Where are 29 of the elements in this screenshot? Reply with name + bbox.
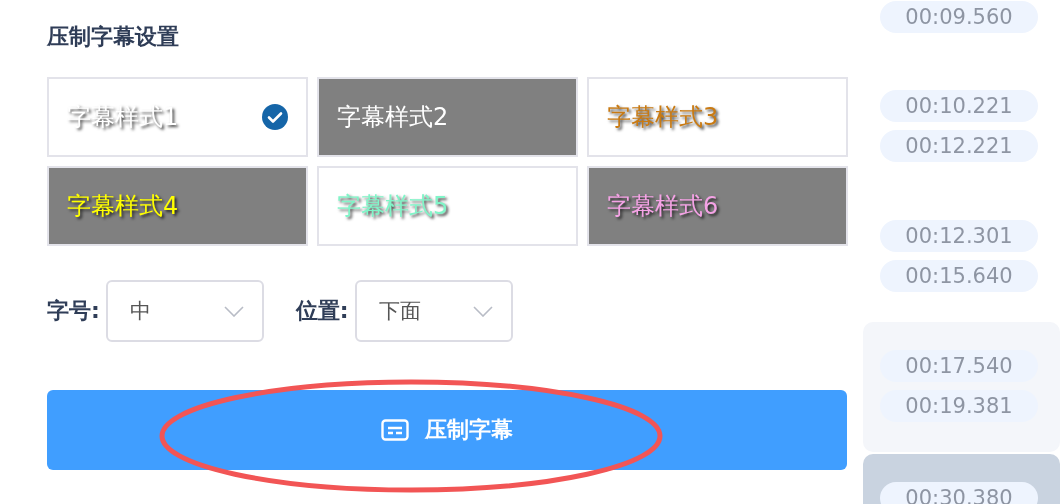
style-label: 字幕样式1 [67, 102, 179, 133]
section-title: 压制字幕设置 [47, 23, 180, 51]
timestamp: 00:09.560 [880, 1, 1038, 33]
timestamp: 00:19.381 [880, 390, 1038, 422]
timestamp: 00:15.640 [880, 260, 1038, 292]
subtitle-style-option[interactable]: 字幕样式4 [47, 166, 308, 246]
timestamp: 00:12.221 [880, 130, 1038, 162]
subtitle-style-option[interactable]: 字幕样式1 [47, 77, 308, 157]
style-label: 字幕样式2 [337, 102, 449, 133]
chevron-down-icon [223, 305, 244, 317]
check-circle-icon [262, 104, 288, 130]
select-label: 位置: [295, 297, 349, 325]
style-label: 字幕样式5 [337, 191, 449, 222]
subtitle-style-option[interactable]: 字幕样式3 [587, 77, 848, 157]
subtitle-card[interactable]: 00:17.540 00:19.381 [863, 322, 1060, 452]
style-label: 字幕样式6 [607, 191, 719, 222]
timestamp: 00:12.301 [880, 220, 1038, 252]
style-label: 字幕样式4 [67, 191, 179, 222]
timestamp: 00:10.221 [880, 90, 1038, 122]
dropdown-select[interactable]: 中 [105, 280, 264, 342]
chevron-down-icon [472, 305, 493, 317]
style-label: 字幕样式3 [607, 102, 719, 133]
subtitle-style-option[interactable]: 字幕样式6 [587, 166, 848, 246]
select-label: 字号: [47, 297, 100, 325]
dropdown-select[interactable]: 下面 [354, 280, 513, 342]
subtitles-icon [381, 419, 409, 441]
burn-subtitles-button[interactable]: 压制字幕 [47, 390, 847, 470]
subtitle-style-option[interactable]: 字幕样式2 [317, 77, 578, 157]
timestamp: 00:17.540 [880, 350, 1038, 382]
